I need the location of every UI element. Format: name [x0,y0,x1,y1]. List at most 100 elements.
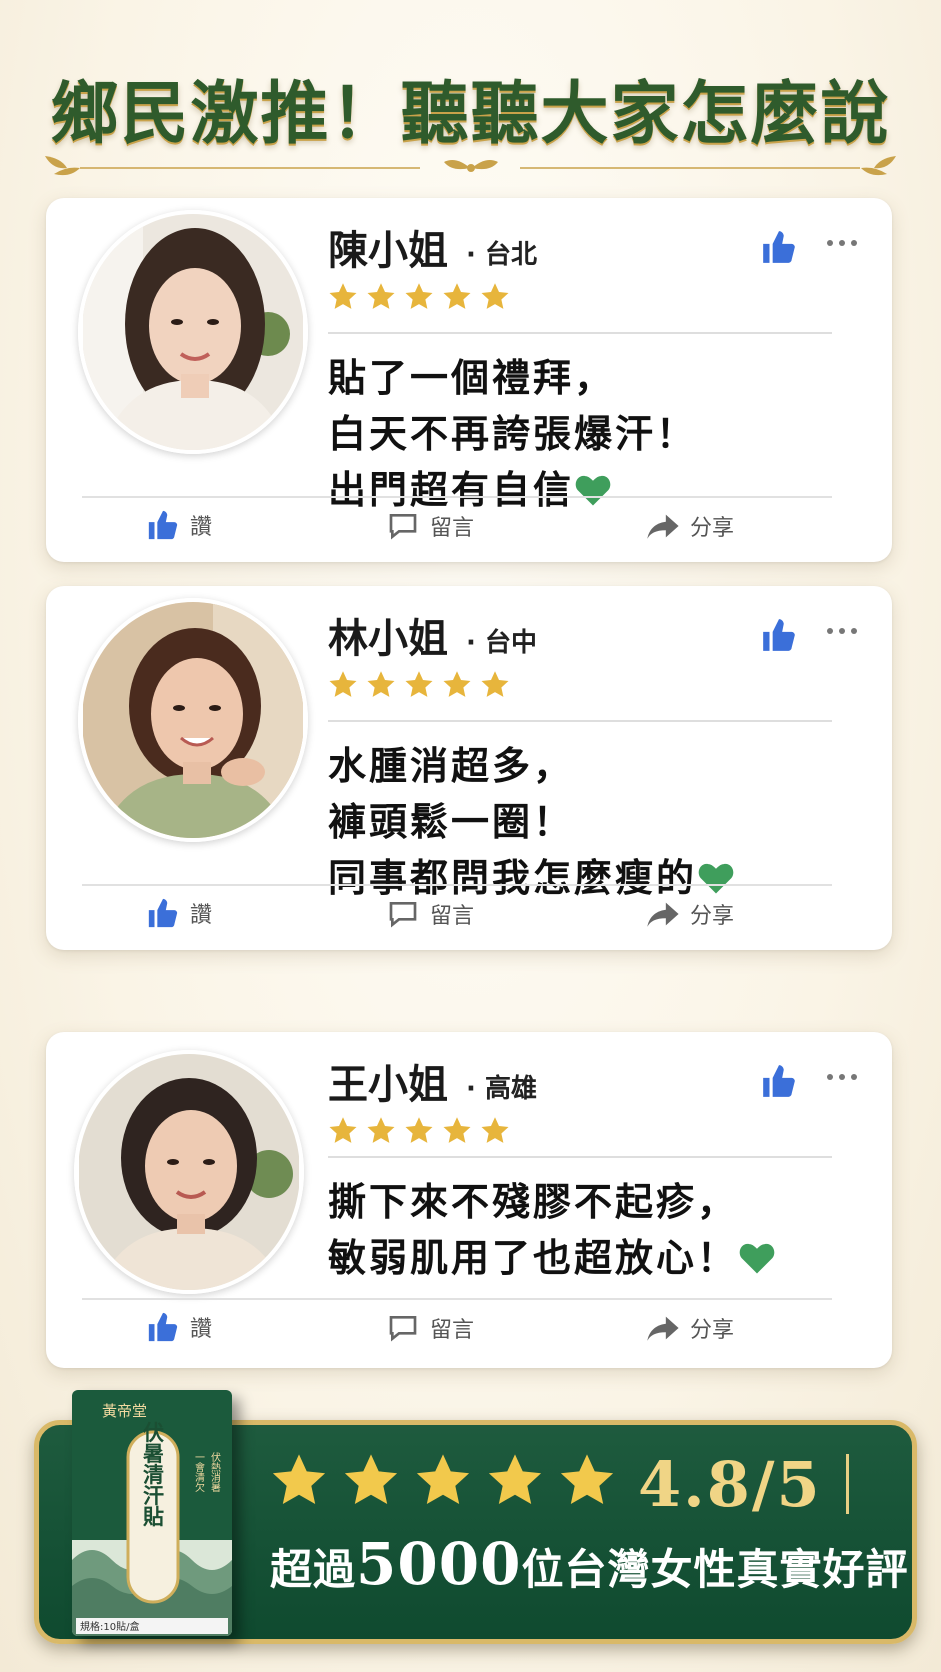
divider [82,884,832,886]
review-count: 5000 [356,1530,522,1598]
star-icon [367,283,395,309]
review-card: 王小姐 · 高雄 撕下來不殘膠不起疹， 敏弱肌用了也超放心！ 讚 留言 分享 [46,1032,892,1368]
reviewer-city: · 台北 [466,240,537,270]
page-title: 鄉民激推！聽聽大家怎麼說 [50,74,891,154]
star-icon [367,671,395,697]
heart-icon [575,475,611,506]
divider [82,1298,832,1300]
review-line: 水腫消超多， [328,744,575,788]
product-brand: 黃帝堂 [102,1402,147,1420]
star-icon [405,671,433,697]
star-rating [328,670,510,700]
divider [328,332,832,334]
comment-button[interactable]: 留言 [386,898,474,930]
star-rating [328,282,510,312]
comment-label: 留言 [430,904,475,929]
share-label: 分享 [690,904,735,929]
share-icon [647,902,679,927]
comment-icon [389,902,417,928]
avatar [78,210,308,454]
share-button[interactable]: 分享 [646,898,734,930]
product-side-label: 伏熱消暑 [209,1451,221,1492]
star-icon [560,1454,614,1504]
more-options-icon[interactable] [822,228,862,258]
star-icon [329,671,357,697]
review-text: 水腫消超多， 褲頭鬆一圈！ 同事都問我怎麼瘦的 [328,738,735,906]
star-icon [481,1117,509,1143]
reviewer-city: · 台中 [466,628,537,658]
heart-icon [698,863,734,894]
share-button[interactable]: 分享 [646,510,734,542]
review-line: 撕下來不殘膠不起疹， [328,1180,739,1224]
star-icon [367,1117,395,1143]
reviewer-name: 陳小姐 [328,228,448,274]
product-box-art: 黃帝堂 伏暑清汗貼 一會清欠 伏熱消暑 規格:10貼/盒 [72,1390,232,1636]
review-card: 陳小姐 · 台北 貼了一個禮拜， 白天不再誇張爆汗！ 出門超有自信 讚 留言 分… [46,198,892,562]
product-name: 伏暑清汗貼 [141,1421,166,1528]
review-line: 貼了一個禮拜， [328,356,616,400]
review-count-text: 超過5000位台灣女性真實好評 [270,1530,909,1598]
like-icon [148,898,178,928]
star-icon [416,1454,470,1504]
like-label: 讚 [190,903,213,928]
comment-button[interactable]: 留言 [386,1312,474,1344]
heart-icon [739,1243,775,1274]
share-button[interactable]: 分享 [646,1312,734,1344]
like-icon[interactable] [760,1062,798,1100]
comment-icon [389,1316,417,1342]
reviewer-city: · 高雄 [466,1074,537,1104]
laurel-ornament [45,156,896,176]
avatar [78,598,308,842]
star-icon [488,1454,542,1504]
avatar [74,1050,304,1294]
summary-stars [270,1452,616,1510]
review-text: 貼了一個禮拜， 白天不再誇張爆汗！ 出門超有自信 [328,350,697,518]
divider [328,1156,832,1158]
comment-button[interactable]: 留言 [386,510,474,542]
product-box: 黃帝堂 伏暑清汗貼 一會清欠 伏熱消暑 規格:10貼/盒 [72,1390,232,1636]
like-label: 讚 [190,1317,213,1342]
share-icon [647,514,679,539]
like-icon[interactable] [760,616,798,654]
like-button[interactable]: 讚 [146,1310,212,1344]
like-button[interactable]: 讚 [146,896,212,930]
star-icon [443,283,471,309]
header: 鄉民激推！聽聽大家怎麼說 [0,40,941,190]
comment-label: 留言 [430,516,475,541]
review-line: 敏弱肌用了也超放心！ [328,1230,776,1286]
like-icon[interactable] [760,228,798,266]
review-line: 出門超有自信 [328,462,697,518]
reviewer-name: 林小姐 [328,616,448,662]
star-icon [481,671,509,697]
reviewer-name: 王小姐 [328,1062,448,1108]
more-options-icon[interactable] [822,1062,862,1092]
star-icon [481,283,509,309]
review-text: 撕下來不殘膠不起疹， 敏弱肌用了也超放心！ [328,1174,776,1286]
divider [82,496,832,498]
share-label: 分享 [690,516,735,541]
comment-icon [389,514,417,540]
like-icon [148,1312,178,1342]
star-icon [443,1117,471,1143]
star-rating [328,1116,510,1146]
like-icon [148,510,178,540]
product-quantity: 規格:10貼/盒 [80,1620,139,1633]
share-icon [647,1316,679,1341]
star-icon [405,283,433,309]
product-side-label: 一會清欠 [193,1452,205,1493]
more-options-icon[interactable] [822,616,862,646]
divider [846,1454,849,1514]
share-label: 分享 [690,1318,735,1343]
divider [328,720,832,722]
like-label: 讚 [190,515,213,540]
star-icon [344,1454,398,1504]
star-icon [329,283,357,309]
star-icon [329,1117,357,1143]
review-line: 褲頭鬆一圈！ [328,800,575,844]
average-rating: 4.8/5 [638,1448,822,1521]
like-button[interactable]: 讚 [146,508,212,542]
star-icon [405,1117,433,1143]
star-icon [443,671,471,697]
review-line: 白天不再誇張爆汗！ [328,412,698,456]
star-icon [272,1454,326,1504]
